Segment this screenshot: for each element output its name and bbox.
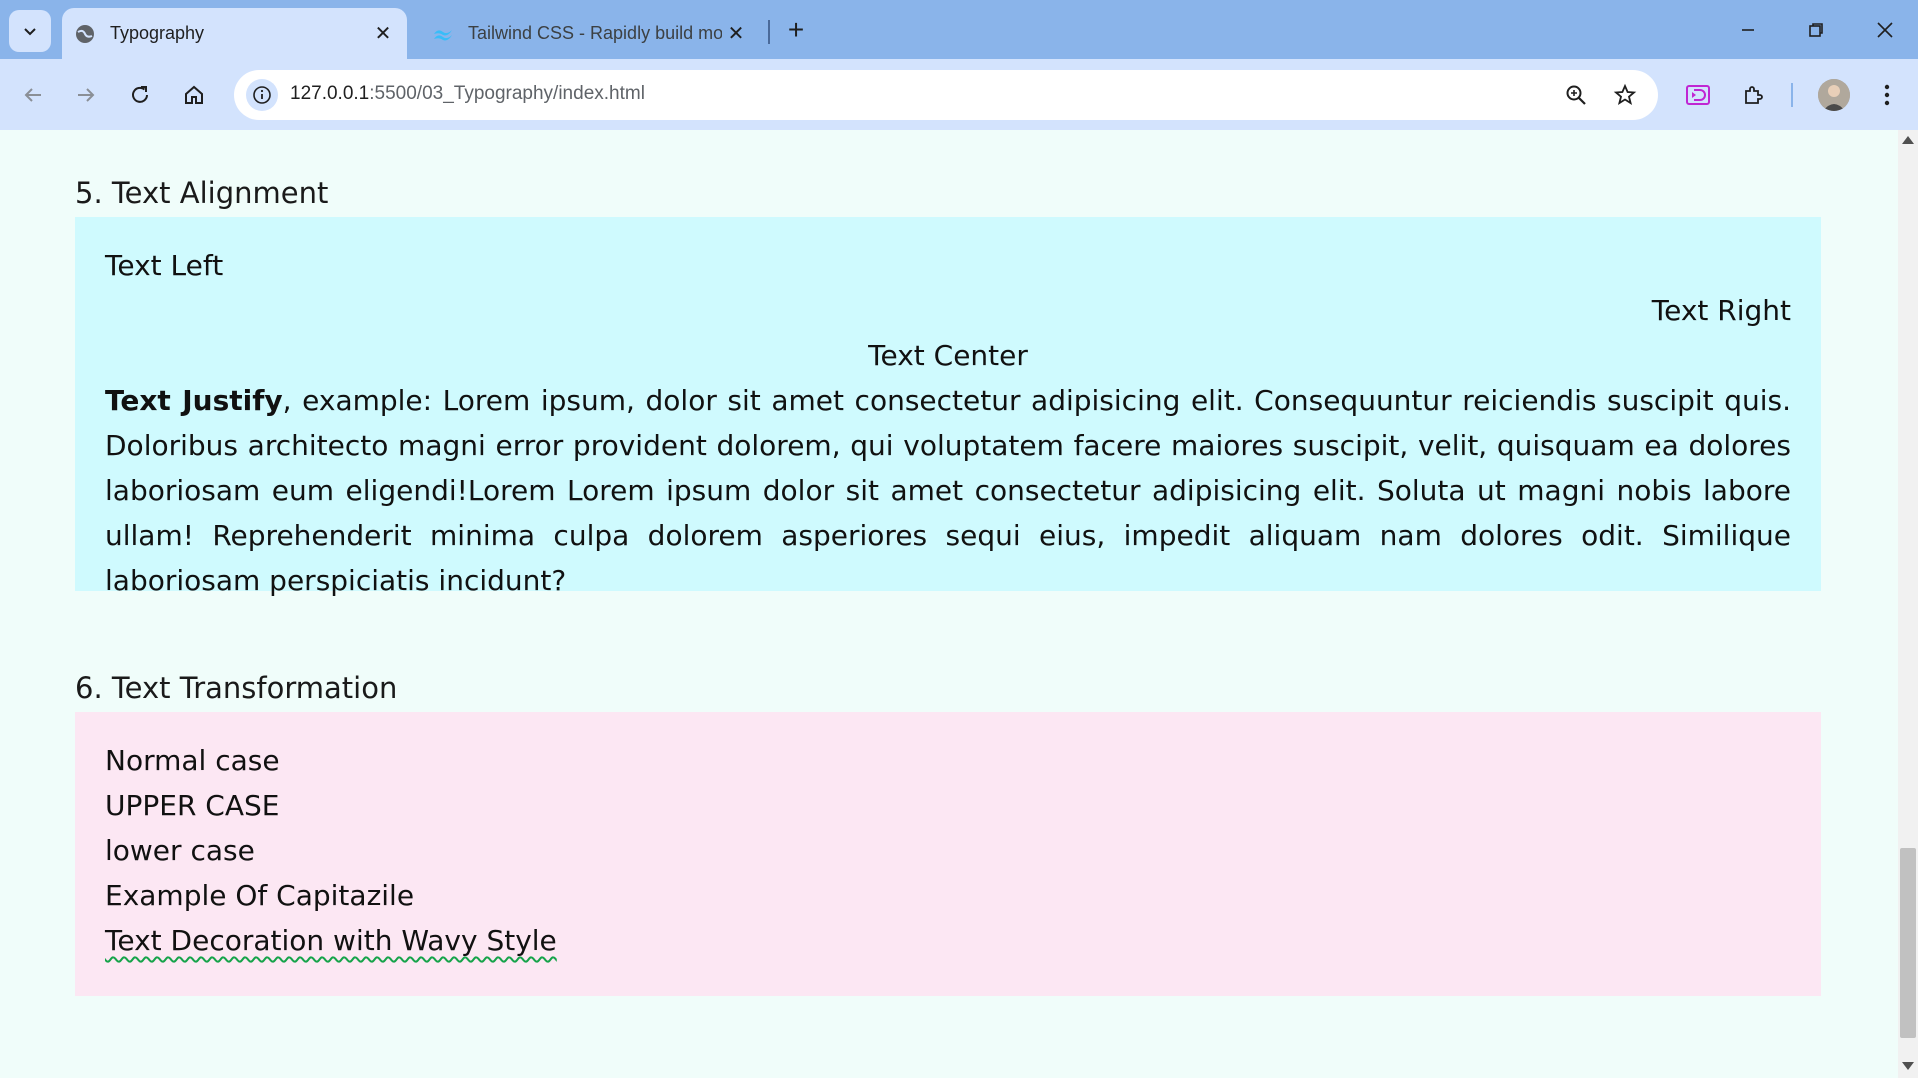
tab-separator: [768, 20, 770, 44]
section-heading-transformation: 6. Text Transformation: [75, 671, 398, 705]
close-window-button[interactable]: [1863, 12, 1907, 48]
zoom-icon: [1566, 85, 1586, 105]
site-info-button[interactable]: [246, 79, 278, 111]
extensions-button[interactable]: [1735, 76, 1773, 114]
tab-strip: Typography ✕ Tailwind CSS - Rapidly buil…: [0, 0, 1918, 59]
close-icon[interactable]: ✕: [369, 20, 397, 48]
alignment-box: Text Left Text Right Text Center Text Ju…: [75, 217, 1821, 597]
text-wavy-decoration: Text Decoration with Wavy Style: [105, 924, 557, 957]
tab-tailwind[interactable]: Tailwind CSS - Rapidly build mo ✕: [420, 8, 760, 59]
text-normal-case: Normal case: [105, 744, 280, 777]
tailwind-icon: [432, 23, 454, 45]
restore-button[interactable]: [1794, 12, 1838, 48]
forward-button[interactable]: [67, 76, 105, 114]
tab-title: Typography: [110, 23, 205, 43]
star-icon: [1613, 83, 1637, 105]
text-capitalize: Example Of Capitazile: [105, 879, 415, 912]
page-viewport: 5. Text Alignment Text Left Text Right T…: [0, 130, 1898, 1078]
screen-capture-icon: [1686, 85, 1710, 105]
transformation-box: Normal case UPPER CASE lower case Exampl…: [75, 712, 1821, 996]
close-icon[interactable]: ✕: [722, 20, 750, 48]
chevron-down-icon: [24, 28, 36, 36]
address-bar[interactable]: 127.0.0.1:5500/03_Typography/index.html: [234, 70, 1658, 120]
reload-icon: [132, 86, 148, 103]
reload-button[interactable]: [121, 76, 159, 114]
url-path: :5500/03_Typography/index.html: [369, 83, 645, 104]
profile-avatar[interactable]: [1818, 79, 1850, 111]
text-right: Text Right: [1651, 294, 1791, 327]
browser-toolbar: 127.0.0.1:5500/03_Typography/index.html: [0, 59, 1918, 130]
bookmark-button[interactable]: [1611, 81, 1639, 109]
extension-button[interactable]: [1679, 76, 1717, 114]
text-justify-body: , example: Lorem ipsum, dolor sit amet c…: [105, 384, 1791, 597]
menu-button[interactable]: [1868, 76, 1906, 114]
avatar-icon: [1818, 79, 1850, 111]
zoom-button[interactable]: [1562, 81, 1590, 109]
arrow-right-icon: [78, 88, 95, 102]
back-button[interactable]: [14, 76, 52, 114]
restore-icon: [1809, 23, 1823, 37]
home-icon: [185, 85, 203, 104]
text-upper-case: UPPER CASE: [105, 789, 280, 822]
puzzle-icon: [1745, 86, 1763, 104]
more-vertical-icon: [1884, 84, 1890, 106]
close-icon: [1877, 22, 1893, 38]
section-heading-alignment: 5. Text Alignment: [75, 176, 329, 210]
text-left: Text Left: [105, 249, 224, 282]
arrow-left-icon: [24, 88, 41, 102]
new-tab-button[interactable]: +: [780, 14, 812, 46]
text-lower-case: lower case: [105, 834, 255, 867]
text-center: Text Center: [868, 339, 1028, 372]
tab-typography[interactable]: Typography ✕: [62, 8, 407, 59]
tab-search-button[interactable]: [9, 10, 51, 52]
scroll-down-arrow-icon[interactable]: [1902, 1062, 1914, 1070]
globe-icon: [74, 23, 96, 45]
minimize-icon: [1742, 29, 1754, 31]
info-icon: [253, 86, 271, 104]
text-justify-paragraph: Text Justify, example: Lorem ipsum, dolo…: [105, 378, 1791, 603]
scrollbar-thumb[interactable]: [1900, 848, 1916, 1038]
tab-title: Tailwind CSS - Rapidly build mo: [468, 23, 722, 43]
text-justify-label: Text Justify: [105, 384, 283, 417]
url-host: 127.0.0.1: [290, 83, 370, 104]
scroll-up-arrow-icon[interactable]: [1902, 136, 1914, 144]
home-button[interactable]: [175, 76, 213, 114]
minimize-button[interactable]: [1726, 12, 1770, 48]
toolbar-divider: [1791, 83, 1793, 107]
url-text: 127.0.0.1:5500/03_Typography/index.html: [290, 83, 645, 105]
